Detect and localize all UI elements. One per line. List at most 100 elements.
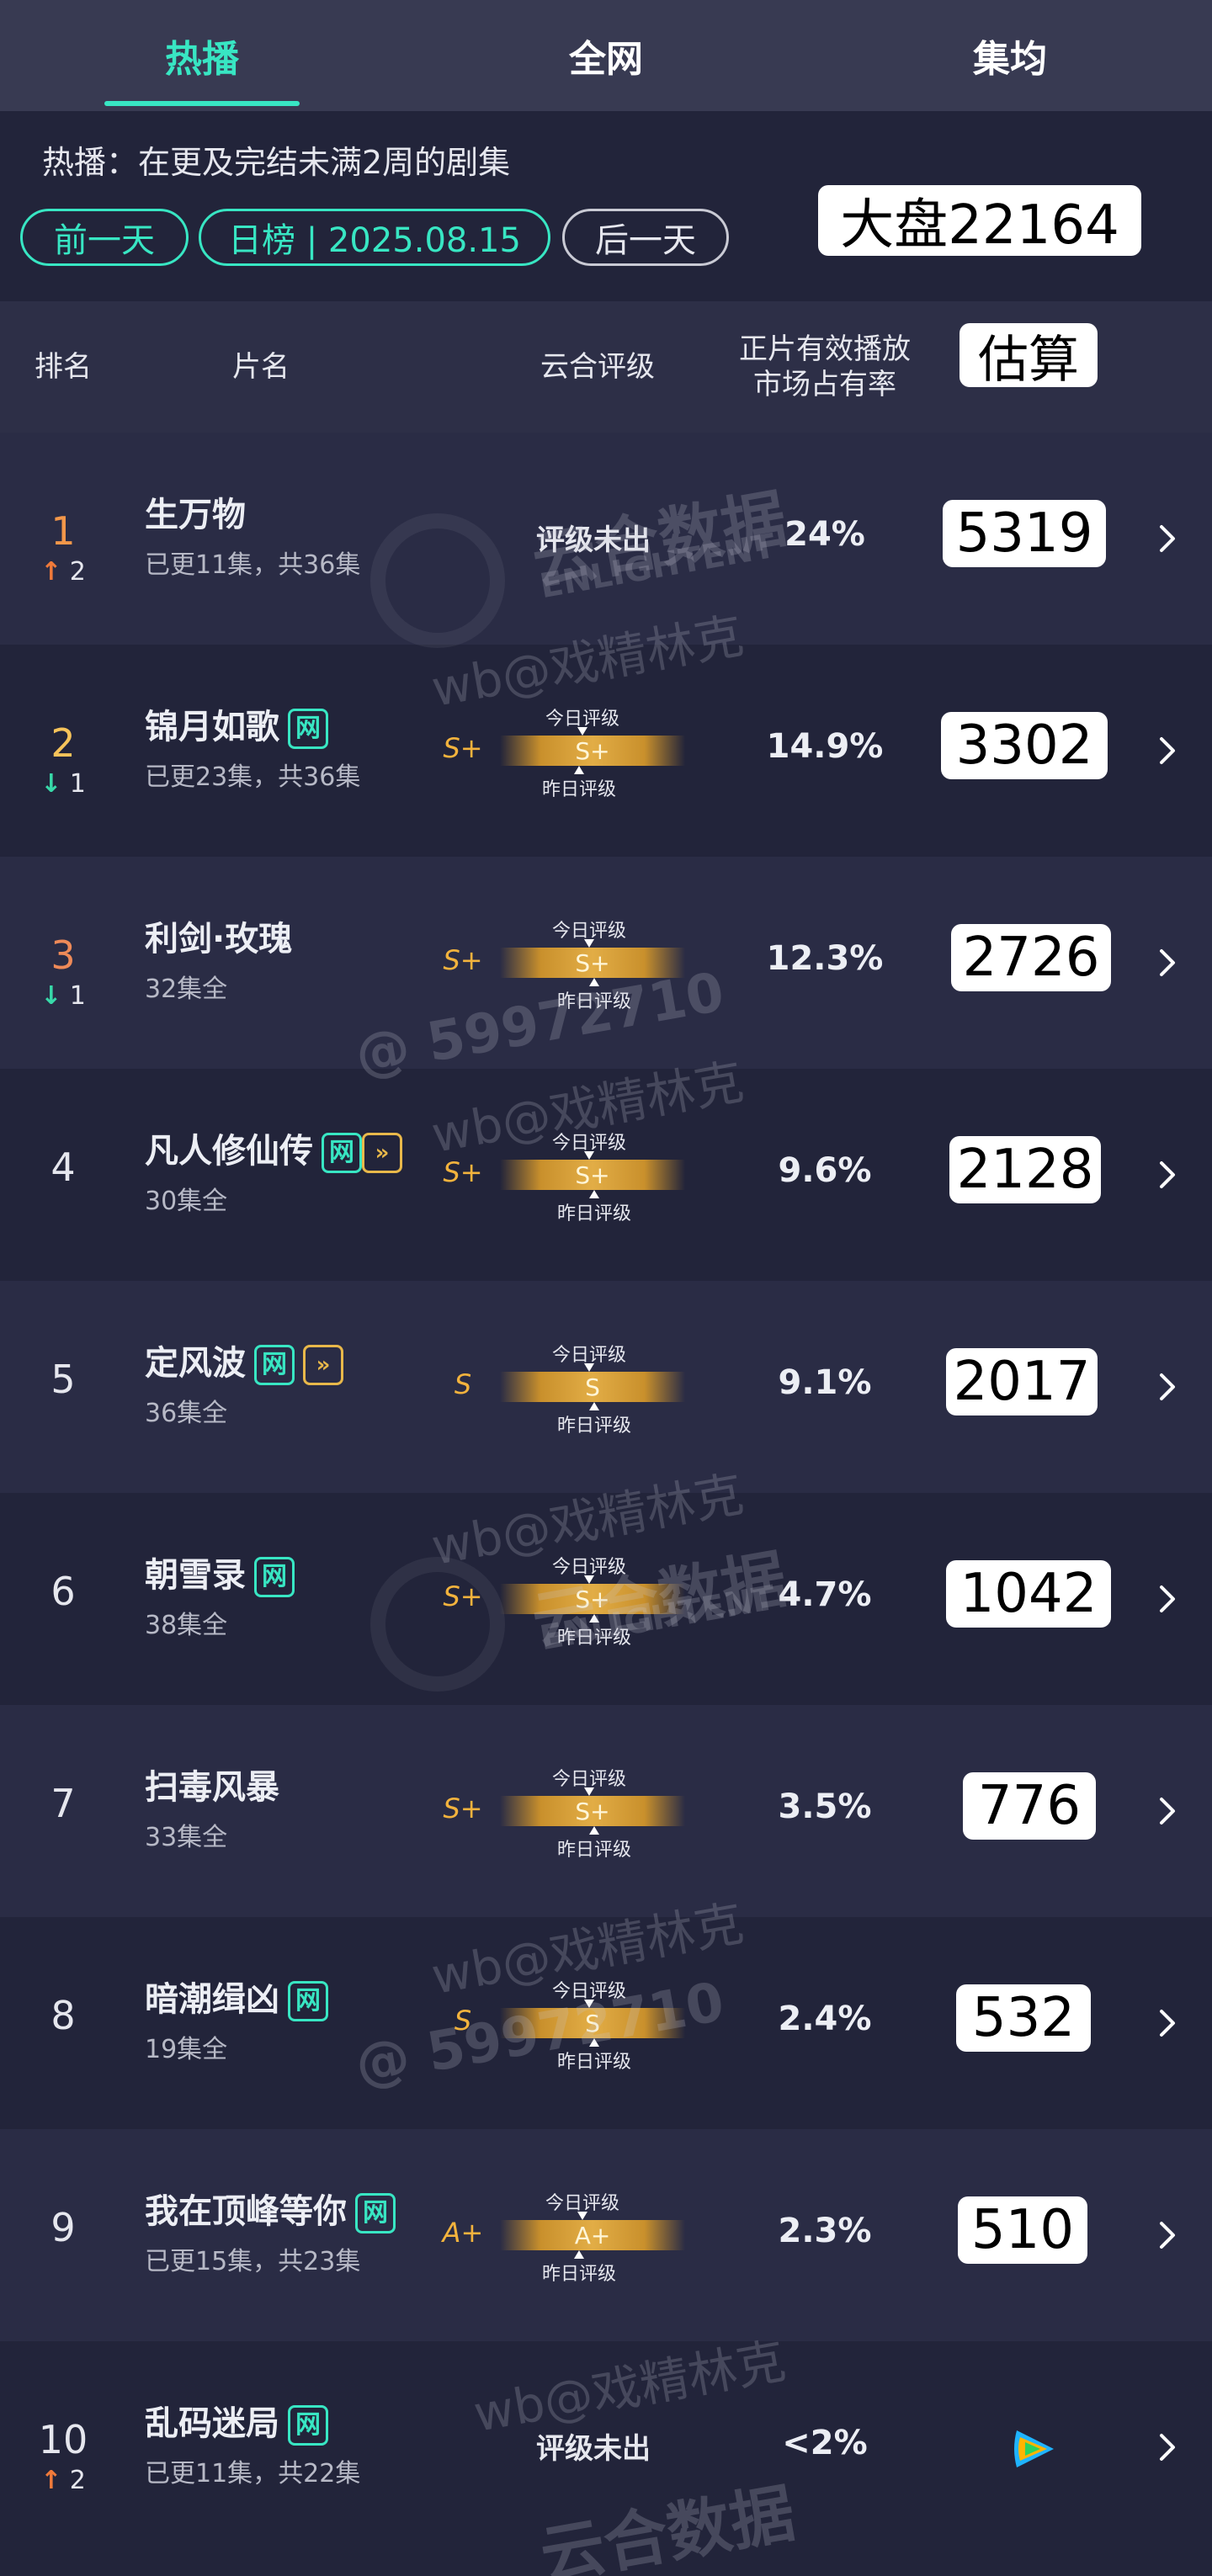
drama-title: 我在顶峰等你	[145, 2192, 347, 2231]
rank-change-value: 1	[69, 769, 86, 799]
rank-number: 6	[50, 1569, 76, 1614]
estimate-overlay-value: 2726	[951, 924, 1111, 991]
title-block: 生万物 已更11集，共36集	[145, 491, 423, 581]
yesterday-marker-icon	[589, 1402, 599, 1410]
title-block: 暗潮缉凶网 19集全	[145, 1976, 423, 2065]
estimate-overlay-value: 2128	[949, 1136, 1101, 1203]
ranking-row[interactable]: 8 暗潮缉凶网 19集全 S 今日评级 S 昨日评级 2.4% 532	[0, 1917, 1212, 2129]
total-overlay-label: 大盘22164	[818, 185, 1141, 257]
tab-hot[interactable]: 热播	[0, 0, 404, 111]
rating-bar: S+	[500, 1796, 685, 1826]
rating-bar-grade: S	[585, 1373, 600, 1401]
chevron-right-icon[interactable]	[1151, 1150, 1185, 1200]
rating-bar: S	[500, 1372, 685, 1402]
ranking-row[interactable]: 6 朝雪录网 38集全 S+ 今日评级 S+ 昨日评级 4.7% 1042	[0, 1493, 1212, 1705]
column-rank: 排名	[35, 350, 92, 384]
today-marker-icon	[584, 2000, 594, 2008]
ranking-row[interactable]: 3 ↓ 1 利剑·玫瑰 32集全 S+ 今日评级 S+ 昨日评级 12.3% 2726	[0, 857, 1212, 1069]
title-block: 凡人修仙传网» 30集全	[145, 1128, 423, 1217]
yesterday-marker-icon	[574, 766, 584, 774]
rating-bar-grade: S+	[575, 1797, 610, 1825]
today-marker-icon	[584, 939, 594, 948]
yesterday-rating-label: 昨日评级	[556, 991, 631, 1012]
rank-number: 3	[50, 932, 76, 978]
rating-bar-grade: A+	[574, 2221, 611, 2249]
market-share-value: 9.6%	[778, 1151, 872, 1190]
column-rating: 云合评级	[540, 350, 655, 384]
rank-change: ↓ 1	[25, 981, 101, 1011]
market-share-value: 12.3%	[766, 939, 884, 978]
tab-hot-label: 热播	[165, 38, 239, 81]
rating-grade: S+	[443, 1580, 483, 1612]
ranking-row[interactable]: 4 凡人修仙传网» 30集全 S+ 今日评级 S+ 昨日评级 9.6% 2128	[0, 1069, 1212, 1281]
yesterday-marker-icon	[589, 1190, 599, 1198]
drama-title-line: 锦月如歌网	[145, 704, 423, 751]
ranking-row[interactable]: 10 ↑ 2 乱码迷局网 已更11集，共22集 评级未出 <2%	[0, 2341, 1212, 2553]
ranking-row[interactable]: 7 扫毒风暴 33集全 S+ 今日评级 S+ 昨日评级 3.5% 776	[0, 1705, 1212, 1917]
yesterday-rating-label: 昨日评级	[556, 2052, 631, 2073]
rating-bar: S+	[500, 1160, 685, 1190]
market-share-value: 4.7%	[778, 1575, 872, 1614]
rank-number: 2	[50, 720, 76, 766]
ranking-row[interactable]: 9 我在顶峰等你网 已更15集，共23集 A+ 今日评级 A+ 昨日评级 2.3% 510	[0, 2129, 1212, 2341]
chevron-right-icon[interactable]	[1151, 513, 1185, 564]
drama-title-line: 生万物	[145, 491, 423, 539]
ranking-row[interactable]: 5 定风波网» 36集全 S 今日评级 S 昨日评级 9.1% 2017	[0, 1281, 1212, 1493]
rating-bar: A+	[500, 2220, 685, 2250]
rating-grade: S	[454, 1368, 472, 1400]
rank-number: 1	[50, 508, 76, 554]
rating-pending: 评级未出	[536, 2432, 651, 2466]
estimate-overlay-label: 估算	[960, 323, 1098, 390]
next-day-button[interactable]: 后一天	[562, 209, 729, 266]
date-selector[interactable]: 日榜 | 2025.08.15	[199, 209, 550, 266]
network-exclusive-badge: 网	[288, 2405, 328, 2446]
rating-bar-grade: S	[585, 2009, 600, 2037]
ranking-row[interactable]: 2 ↓ 1 锦月如歌网 已更23集，共36集 S+ 今日评级 S+ 昨日评级 14.9% 3…	[0, 645, 1212, 857]
episode-info: 33集全	[145, 1823, 228, 1852]
tab-all-network-label: 全网	[569, 38, 643, 81]
drama-title-line: 凡人修仙传网»	[145, 1128, 423, 1175]
chevron-right-icon[interactable]	[1151, 1362, 1185, 1412]
rank-number: 5	[50, 1357, 76, 1402]
rank-number: 7	[50, 1781, 76, 1826]
column-header: 排名 片名 云合评级 正片有效播放 市场占有率 估算	[0, 301, 1212, 433]
info-bar: 热播：在更及完结未满2周的剧集 前一天 日榜 | 2025.08.15 后一天 …	[0, 111, 1212, 301]
rank-change: ↑ 2	[25, 557, 101, 587]
today-marker-icon	[584, 1151, 594, 1160]
ranking-row[interactable]: 1 ↑ 2 生万物 已更11集，共36集 评级未出 24% 5319	[0, 433, 1212, 645]
chevron-right-icon[interactable]	[1151, 1998, 1185, 2048]
chevron-right-icon[interactable]	[1151, 937, 1185, 988]
yesterday-rating-label: 昨日评级	[541, 2264, 616, 2285]
yesterday-marker-icon	[589, 1614, 599, 1623]
drama-title-line: 乱码迷局网	[145, 2400, 423, 2447]
market-share-value: 2.4%	[778, 2000, 872, 2038]
rating-grade: S+	[443, 1793, 483, 1824]
yesterday-marker-icon	[589, 978, 599, 986]
today-marker-icon	[584, 1363, 594, 1372]
chevron-right-icon[interactable]	[1151, 2422, 1185, 2472]
rating-bar: S	[500, 2008, 685, 2038]
rating-grade: S+	[443, 1156, 483, 1188]
yesterday-marker-icon	[574, 2250, 584, 2259]
network-exclusive-badge: 网	[288, 1981, 328, 2021]
column-market-share: 正片有效播放 市场占有率	[739, 332, 911, 401]
drama-title: 锦月如歌	[145, 708, 279, 746]
rating-grade: S+	[443, 944, 483, 976]
title-block: 我在顶峰等你网 已更15集，共23集	[145, 2188, 423, 2277]
chevron-right-icon[interactable]	[1151, 1786, 1185, 1836]
market-share-value: 14.9%	[766, 727, 884, 766]
chevron-right-icon[interactable]	[1151, 1574, 1185, 1624]
rating-bar: S+	[500, 948, 685, 978]
estimate-overlay-value: 5319	[943, 500, 1106, 567]
market-share-value: 24%	[784, 515, 865, 554]
tab-all-network[interactable]: 全网	[404, 0, 808, 111]
rating-grade: S	[454, 2005, 472, 2037]
tab-episode-average[interactable]: 集均	[808, 0, 1212, 111]
estimate-overlay-value: 2017	[946, 1348, 1098, 1415]
chevron-right-icon[interactable]	[1151, 2210, 1185, 2260]
rank-change-value: 2	[69, 557, 86, 587]
title-block: 利剑·玫瑰 32集全	[145, 916, 423, 1005]
chevron-right-icon[interactable]	[1151, 725, 1185, 776]
rank-down-arrow-icon: ↓	[40, 769, 62, 799]
prev-day-button[interactable]: 前一天	[20, 209, 189, 266]
